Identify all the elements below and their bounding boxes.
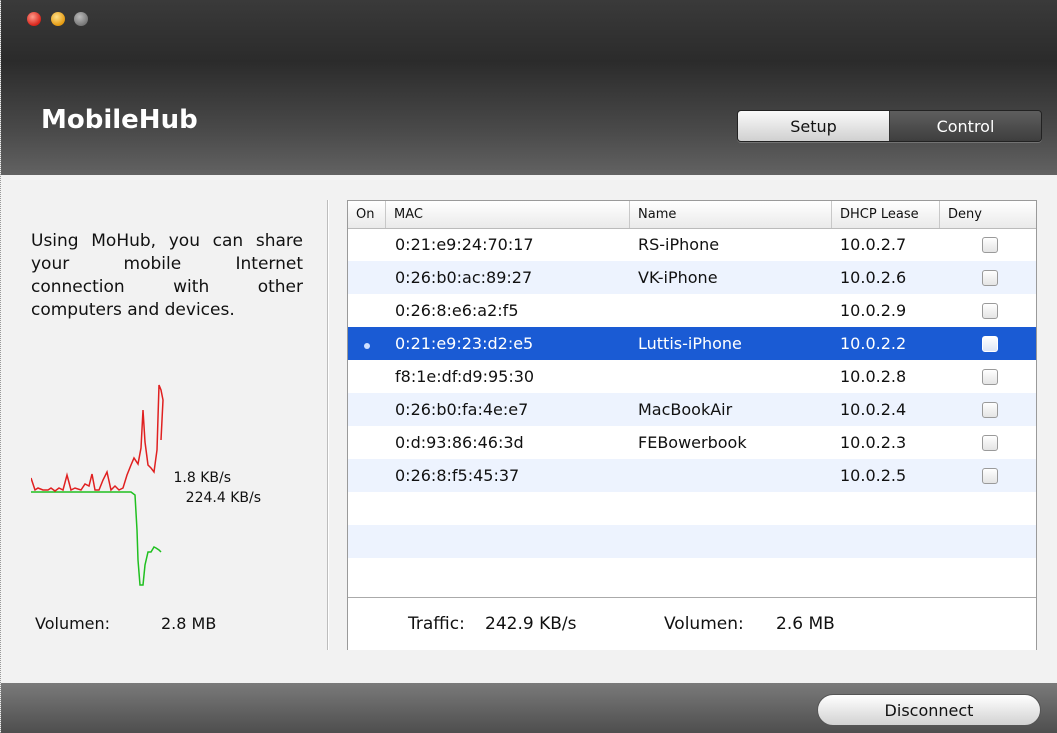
name-cell: MacBookAir (638, 400, 733, 419)
deny-checkbox[interactable] (982, 468, 998, 484)
tab-control[interactable]: Control (890, 111, 1041, 141)
left-volume-value: 2.8 MB (161, 614, 217, 633)
mac-cell: 0:21:e9:24:70:17 (395, 235, 534, 254)
table-row[interactable]: 0:26:b0:ac:89:27 VK-iPhone 10.0.2.6 (348, 261, 1036, 294)
empty-row (348, 492, 1036, 525)
minimize-icon[interactable] (51, 12, 65, 26)
app-title: MobileHub (41, 105, 198, 135)
close-icon[interactable] (27, 12, 41, 26)
mobilehub-window: MobileHub Setup Control Using MoHub, you… (0, 0, 1057, 733)
name-cell: RS-iPhone (638, 235, 720, 254)
table-row[interactable]: 0:26:b0:fa:4e:e7 MacBookAir 10.0.2.4 (348, 393, 1036, 426)
mac-cell: 0:26:b0:fa:4e:e7 (395, 400, 529, 419)
deny-checkbox[interactable] (982, 270, 998, 286)
dhcp-lease-cell: 10.0.2.6 (840, 268, 907, 287)
mac-cell: 0:26:8:e6:a2:f5 (395, 301, 519, 320)
deny-cell (982, 294, 1002, 327)
on-indicator (348, 459, 386, 492)
deny-checkbox[interactable] (982, 435, 998, 451)
empty-row (348, 558, 1036, 591)
mac-cell: 0:26:b0:ac:89:27 (395, 268, 533, 287)
on-indicator (348, 360, 386, 393)
mac-cell: f8:1e:df:d9:95:30 (395, 367, 535, 386)
traffic-value: 242.9 KB/s (485, 614, 577, 634)
download-rate: 224.4 KB/s (185, 490, 261, 506)
footer-volume-label: Volumen: (664, 614, 744, 634)
deny-checkbox[interactable] (982, 336, 998, 352)
mac-cell: 0:d:93:86:46:3d (395, 433, 524, 452)
column-header-mac[interactable]: MAC (386, 201, 630, 228)
description-text: Using MoHub, you can share your mobile I… (31, 231, 303, 320)
table-row[interactable]: 0:21:e9:24:70:17 RS-iPhone 10.0.2.7 (348, 228, 1036, 261)
mac-cell: 0:26:8:f5:45:37 (395, 466, 520, 485)
table-header: On MAC Name DHCP Lease Deny (348, 201, 1036, 229)
traffic-label: Traffic: (408, 614, 465, 634)
deny-cell (982, 327, 1002, 360)
column-header-name[interactable]: Name (630, 201, 832, 228)
dhcp-lease-cell: 10.0.2.9 (840, 301, 907, 320)
footer-volume-value: 2.6 MB (776, 614, 835, 634)
traffic-graph-svg (30, 384, 164, 586)
deny-checkbox[interactable] (982, 303, 998, 319)
on-indicator (348, 228, 386, 261)
deny-cell (982, 426, 1002, 459)
name-cell: VK-iPhone (638, 268, 718, 287)
left-volume-label: Volumen: (35, 614, 111, 633)
upload-rate: 1.8 KB/s (173, 470, 231, 486)
dhcp-lease-cell: 10.0.2.7 (840, 235, 907, 254)
tab-setup[interactable]: Setup (738, 111, 890, 141)
on-indicator (348, 327, 386, 360)
table-rows: 0:21:e9:24:70:17 RS-iPhone 10.0.2.7 0:26:b0… (348, 228, 1036, 591)
deny-checkbox[interactable] (982, 237, 998, 253)
column-header-dhcp-lease[interactable]: DHCP Lease (832, 201, 940, 228)
on-indicator (348, 294, 386, 327)
deny-cell (982, 360, 1002, 393)
deny-checkbox[interactable] (982, 402, 998, 418)
column-header-deny[interactable]: Deny (940, 201, 1036, 228)
dhcp-lease-cell: 10.0.2.2 (840, 334, 907, 353)
on-indicator (348, 261, 386, 294)
disconnect-button[interactable]: Disconnect (817, 694, 1041, 726)
dhcp-lease-cell: 10.0.2.5 (840, 466, 907, 485)
download-line (31, 491, 162, 586)
deny-cell (982, 393, 1002, 426)
table-row[interactable]: f8:1e:df:d9:95:30 10.0.2.8 (348, 360, 1036, 393)
mac-cell: 0:21:e9:23:d2:e5 (395, 334, 534, 353)
deny-cell (982, 459, 1002, 492)
traffic-graph: 1.8 KB/s 224.4 KB/s (30, 380, 261, 599)
deny-cell (982, 228, 1002, 261)
name-cell: FEBowerbook (638, 433, 747, 452)
deny-checkbox[interactable] (982, 369, 998, 385)
table-footer: Traffic: 242.9 KB/s Volumen: 2.6 MB (348, 597, 1036, 650)
zoom-icon[interactable] (74, 12, 88, 26)
on-indicator (348, 426, 386, 459)
mode-segmented-control: Setup Control (737, 110, 1042, 142)
table-row[interactable]: 0:26:8:e6:a2:f5 10.0.2.9 (348, 294, 1036, 327)
devices-table: On MAC Name DHCP Lease Deny 0:21:e9:24:7… (347, 200, 1037, 650)
dhcp-lease-cell: 10.0.2.8 (840, 367, 907, 386)
table-row[interactable]: 0:d:93:86:46:3d FEBowerbook 10.0.2.3 (348, 426, 1036, 459)
empty-row (348, 525, 1036, 558)
column-header-on[interactable]: On (348, 201, 386, 228)
on-indicator (348, 393, 386, 426)
active-dot-icon (364, 343, 370, 349)
dhcp-lease-cell: 10.0.2.3 (840, 433, 907, 452)
dhcp-lease-cell: 10.0.2.4 (840, 400, 907, 419)
deny-cell (982, 261, 1002, 294)
title-bar: MobileHub Setup Control (1, 0, 1057, 175)
table-row[interactable]: 0:21:e9:23:d2:e5 Luttis-iPhone 10.0.2.2 (348, 327, 1036, 360)
vertical-divider (327, 200, 329, 650)
name-cell: Luttis-iPhone (638, 334, 742, 353)
table-row[interactable]: 0:26:8:f5:45:37 10.0.2.5 (348, 459, 1036, 492)
